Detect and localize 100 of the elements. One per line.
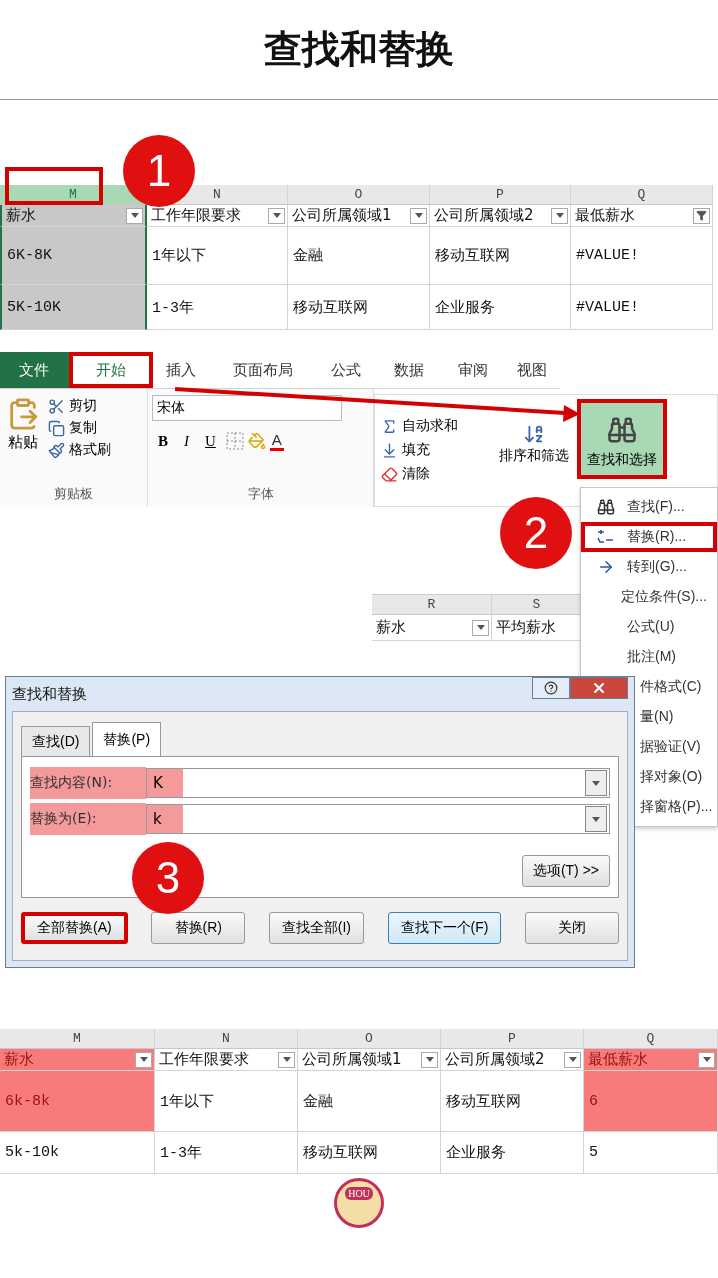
dialog-button[interactable]: 全部替换(A) xyxy=(21,912,128,944)
sort-icon xyxy=(523,423,545,445)
header-text: 最低薪水 xyxy=(575,206,635,225)
table-cell: 移动互联网 xyxy=(288,285,430,330)
column-header[interactable]: R xyxy=(372,595,492,615)
dropdown-button[interactable] xyxy=(585,770,607,796)
menu-item[interactable]: 定位条件(S)... xyxy=(581,582,717,612)
ribbon-command[interactable]: 复制 xyxy=(48,417,111,439)
ribbon-command[interactable]: 填充 xyxy=(381,439,491,461)
filter-button[interactable] xyxy=(126,207,143,224)
binoculars-icon xyxy=(597,498,615,516)
header-text: 公司所属领域2 xyxy=(434,206,534,225)
dialog-button[interactable]: 查找全部(I) xyxy=(268,912,364,944)
filter-button[interactable] xyxy=(421,1051,438,1068)
find-select-button[interactable]: 查找和选择 xyxy=(577,399,667,479)
close-icon xyxy=(591,680,607,696)
menu-item[interactable]: 查找(F)... xyxy=(581,492,717,522)
header-text: 工作年限要求 xyxy=(151,206,241,225)
close-button[interactable] xyxy=(570,677,628,699)
group-label: 剪贴板 xyxy=(53,485,94,503)
header-text: 薪水 xyxy=(6,206,36,225)
ribbon-command[interactable]: 格式刷 xyxy=(48,439,111,461)
ribbon-command[interactable]: 清除 xyxy=(381,463,491,485)
options-button[interactable]: 选项(T) >> xyxy=(521,855,610,887)
header-text: 平均薪水 xyxy=(496,618,556,637)
format-button[interactable]: B xyxy=(152,432,174,450)
sort-filter-button[interactable]: 排序和筛选 xyxy=(499,423,569,465)
header-text: 公司所属领域1 xyxy=(292,206,392,225)
filter-button[interactable] xyxy=(551,207,568,224)
dialog-button[interactable]: 替换(R) xyxy=(151,912,246,944)
page-title: 查找和替换 xyxy=(264,26,454,73)
field-value: k xyxy=(147,805,183,833)
menu-item[interactable]: 批注(M) xyxy=(581,642,717,672)
table-cell: 1年以下 xyxy=(155,1071,298,1132)
menu-item[interactable]: 替换(R)... xyxy=(581,522,717,552)
paint-bucket-icon xyxy=(247,432,266,450)
dialog-tab[interactable]: 查找(D) xyxy=(21,726,91,756)
column-header[interactable]: S xyxy=(492,595,582,615)
table-cell: 6K-8K xyxy=(0,227,147,285)
combo-field[interactable]: K xyxy=(146,768,610,798)
ribbon-tab[interactable]: 开始 xyxy=(68,352,154,388)
caret-icon xyxy=(130,213,139,218)
help-button[interactable] xyxy=(532,677,570,699)
table-cell: 移动互联网 xyxy=(430,227,571,285)
format-button[interactable]: U xyxy=(199,432,222,450)
filter-button[interactable] xyxy=(564,1051,581,1068)
column-header[interactable]: M xyxy=(0,1029,155,1049)
filter-button[interactable] xyxy=(135,1051,152,1068)
brush-icon xyxy=(48,441,65,459)
dialog-tab[interactable]: 替换(P) xyxy=(92,722,162,756)
menu-item[interactable]: 公式(U) xyxy=(581,612,717,642)
font-color-button[interactable]: A xyxy=(269,431,284,451)
step-badge: 2 xyxy=(500,497,572,569)
filter-button[interactable] xyxy=(268,207,285,224)
column-header[interactable]: O xyxy=(298,1029,441,1049)
dialog-button[interactable]: 查找下一个(F) xyxy=(387,912,502,944)
column-header[interactable]: P xyxy=(441,1029,584,1049)
header-text: 最低薪水 xyxy=(588,1050,648,1069)
table-cell: 5 xyxy=(584,1132,718,1174)
caret-icon xyxy=(476,625,485,630)
table-cell: 移动互联网 xyxy=(441,1071,584,1132)
column-header[interactable]: N xyxy=(155,1029,298,1049)
filter-button[interactable] xyxy=(278,1051,295,1068)
column-header[interactable]: P xyxy=(430,185,571,205)
field-value: K xyxy=(147,769,183,797)
ribbon-command[interactable]: 自动求和 xyxy=(381,415,491,437)
table-cell: 移动互联网 xyxy=(298,1132,441,1174)
header-text: 公司所属领域1 xyxy=(302,1050,402,1069)
table-cell: 1-3年 xyxy=(147,285,288,330)
caret-icon xyxy=(282,1057,291,1062)
column-header[interactable]: O xyxy=(288,185,430,205)
format-button[interactable]: I xyxy=(178,432,195,450)
group-label: 字体 xyxy=(246,485,275,503)
combo-field[interactable]: k xyxy=(146,804,610,834)
dropdown-icon xyxy=(592,780,600,786)
caret-icon xyxy=(414,213,423,218)
column-header[interactable]: Q xyxy=(584,1029,718,1049)
caret-icon xyxy=(702,1057,711,1062)
field-label: 查找内容(N): xyxy=(30,767,146,799)
step-badge: 1 xyxy=(123,135,195,207)
dropdown-icon xyxy=(592,816,600,822)
font-name-field[interactable]: 宋体 xyxy=(152,395,342,421)
dialog-button[interactable]: 关闭 xyxy=(524,912,619,944)
table-cell: 企业服务 xyxy=(441,1132,584,1174)
filter-button[interactable] xyxy=(693,207,710,224)
column-header[interactable]: Q xyxy=(571,185,713,205)
filter-button[interactable] xyxy=(472,619,489,636)
menu-item[interactable]: 转到(G)... xyxy=(581,552,717,582)
table-cell: #VALUE! xyxy=(571,285,713,330)
paste-button[interactable]: 粘贴 xyxy=(4,395,42,485)
header-text: 公司所属领域2 xyxy=(445,1050,545,1069)
table-cell: 1年以下 xyxy=(147,227,288,285)
filter-button[interactable] xyxy=(698,1051,715,1068)
dropdown-button[interactable] xyxy=(585,806,607,832)
ribbon-command[interactable]: 剪切 xyxy=(48,395,111,417)
filter-button[interactable] xyxy=(410,207,427,224)
file-tab[interactable]: 文件 xyxy=(0,352,69,388)
scissors-icon xyxy=(48,397,65,415)
header-text: 工作年限要求 xyxy=(159,1050,249,1069)
dialog-title: 查找和替换 xyxy=(12,684,87,704)
